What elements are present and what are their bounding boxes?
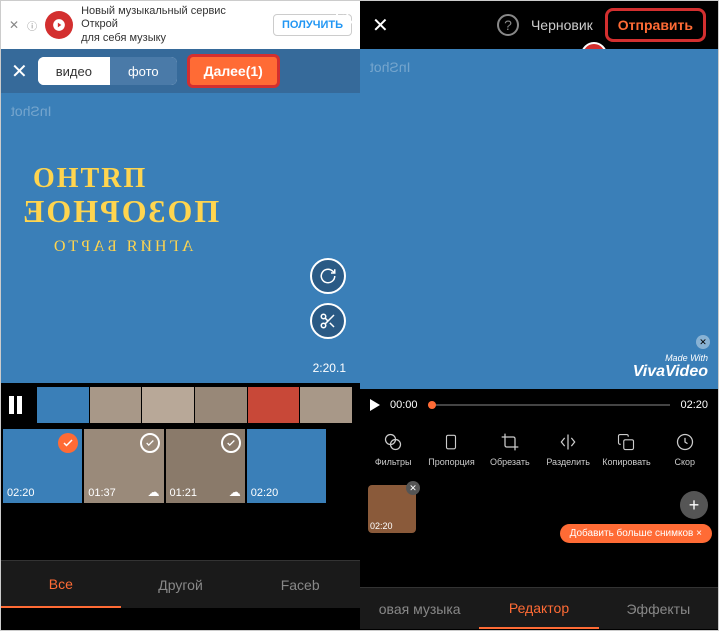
- clip-remove-icon[interactable]: ✕: [406, 481, 420, 495]
- toggle-photo[interactable]: фото: [110, 57, 177, 85]
- preview-text-3: АГНИЯ БАРТО: [51, 238, 193, 256]
- timeline-strip: [1, 383, 360, 427]
- ad-text: Новый музыкальный сервис Открой для себя…: [81, 5, 265, 45]
- check-icon[interactable]: [140, 433, 160, 453]
- tool-speed[interactable]: Скор: [656, 421, 714, 477]
- cloud-icon: ☁: [229, 485, 241, 499]
- clip-time: 02:20: [251, 487, 279, 499]
- ad-logo-icon: [45, 11, 73, 39]
- add-more-tooltip[interactable]: Добавить больше снимков ×: [560, 524, 712, 543]
- clip-bar: ✕ 02:20 + Добавить больше снимков ×: [360, 477, 718, 547]
- next-button[interactable]: Далее(1): [187, 54, 280, 88]
- tab-music[interactable]: овая музыка: [360, 588, 479, 629]
- tool-filters[interactable]: Фильтры: [364, 421, 422, 477]
- rotate-icon[interactable]: [310, 258, 346, 294]
- ad-info-icon[interactable]: ⓘ: [27, 18, 37, 33]
- preview-text-2: ПОЗОРНОЕ: [21, 193, 219, 230]
- pause-button[interactable]: [9, 396, 33, 414]
- clip-selector: 02:20 01:37 ☁ 01:21 ☁ 02:20: [1, 427, 360, 505]
- watermark-close-icon[interactable]: ✕: [696, 335, 710, 349]
- ad-banner: ✕ ⓘ Новый музыкальный сервис Открой для …: [1, 1, 360, 49]
- ratio-icon: [440, 431, 462, 453]
- copy-icon: [615, 431, 637, 453]
- tab-editor[interactable]: Редактор: [479, 588, 598, 629]
- vivavideo-watermark: Made With VivaVideo: [633, 353, 708, 381]
- help-icon[interactable]: ?: [497, 14, 519, 36]
- select-all-check[interactable]: [328, 429, 358, 503]
- current-time: 00:00: [390, 399, 418, 411]
- clip-time: 02:20: [7, 487, 35, 499]
- clip-time: 01:37: [88, 487, 116, 499]
- check-icon[interactable]: [221, 433, 241, 453]
- video-preview[interactable]: InShot ПЯТНО ПОЗОРНОЕ АГНИЯ БАРТО 2:20.1: [1, 93, 360, 383]
- clip-item[interactable]: 01:21 ☁: [166, 429, 245, 503]
- total-time: 02:20: [680, 399, 708, 411]
- toggle-video[interactable]: видео: [38, 57, 110, 85]
- clip-duration: 02:20: [370, 521, 393, 531]
- strip-thumbnails[interactable]: [37, 387, 352, 423]
- header-left: ✕ видео фото Далее(1) 1: [1, 49, 360, 93]
- media-toggle: видео фото: [38, 57, 177, 85]
- speed-icon: [674, 431, 696, 453]
- tab-all[interactable]: Все: [1, 561, 121, 608]
- clip-item[interactable]: 01:37 ☁: [84, 429, 163, 503]
- tool-copy[interactable]: Копировать: [597, 421, 655, 477]
- tab-facebook[interactable]: Faceb: [240, 561, 360, 608]
- cloud-icon: ☁: [148, 485, 160, 499]
- seek-track[interactable]: [428, 404, 671, 406]
- split-icon: [557, 431, 579, 453]
- watermark-text: InShot: [11, 103, 51, 119]
- clip-item[interactable]: 02:20: [3, 429, 82, 503]
- send-button[interactable]: Отправить: [605, 8, 706, 42]
- add-clip-button[interactable]: +: [680, 491, 708, 519]
- clip-time: 01:21: [170, 487, 198, 499]
- video-preview-right[interactable]: InShot ✕ Made With VivaVideo: [360, 49, 718, 389]
- bottom-tabs-left: Все Другой Faceb: [1, 560, 360, 608]
- scissors-icon[interactable]: [310, 303, 346, 339]
- tab-effects[interactable]: Эффекты: [599, 588, 718, 629]
- duration-label: 2:20.1: [313, 361, 346, 375]
- close-icon[interactable]: ✕: [372, 13, 389, 38]
- crop-icon: [499, 431, 521, 453]
- tool-bar: Фильтры Пропорция Обрезать Разделить Коп…: [360, 421, 718, 477]
- preview-text-1: ПЯТНО: [31, 163, 145, 195]
- tab-other[interactable]: Другой: [121, 561, 241, 608]
- tool-split[interactable]: Разделить: [539, 421, 597, 477]
- close-icon[interactable]: ✕: [11, 59, 28, 84]
- tool-ratio[interactable]: Пропорция: [422, 421, 480, 477]
- timeline-clip[interactable]: ✕ 02:20: [368, 485, 416, 533]
- ad-close-icon[interactable]: ✕: [9, 18, 19, 32]
- check-icon[interactable]: [58, 433, 78, 453]
- filters-icon: [382, 431, 404, 453]
- header-right: ✕ ? Черновик Отправить 2: [360, 1, 718, 49]
- tool-crop[interactable]: Обрезать: [481, 421, 539, 477]
- watermark-text: InShot: [370, 59, 410, 75]
- play-button[interactable]: [370, 399, 380, 411]
- clip-item[interactable]: 02:20: [247, 429, 326, 503]
- draft-button[interactable]: Черновик: [531, 17, 593, 33]
- player-bar: 00:00 02:20: [360, 389, 718, 421]
- bottom-tabs-right: овая музыка Редактор Эффекты: [360, 587, 718, 629]
